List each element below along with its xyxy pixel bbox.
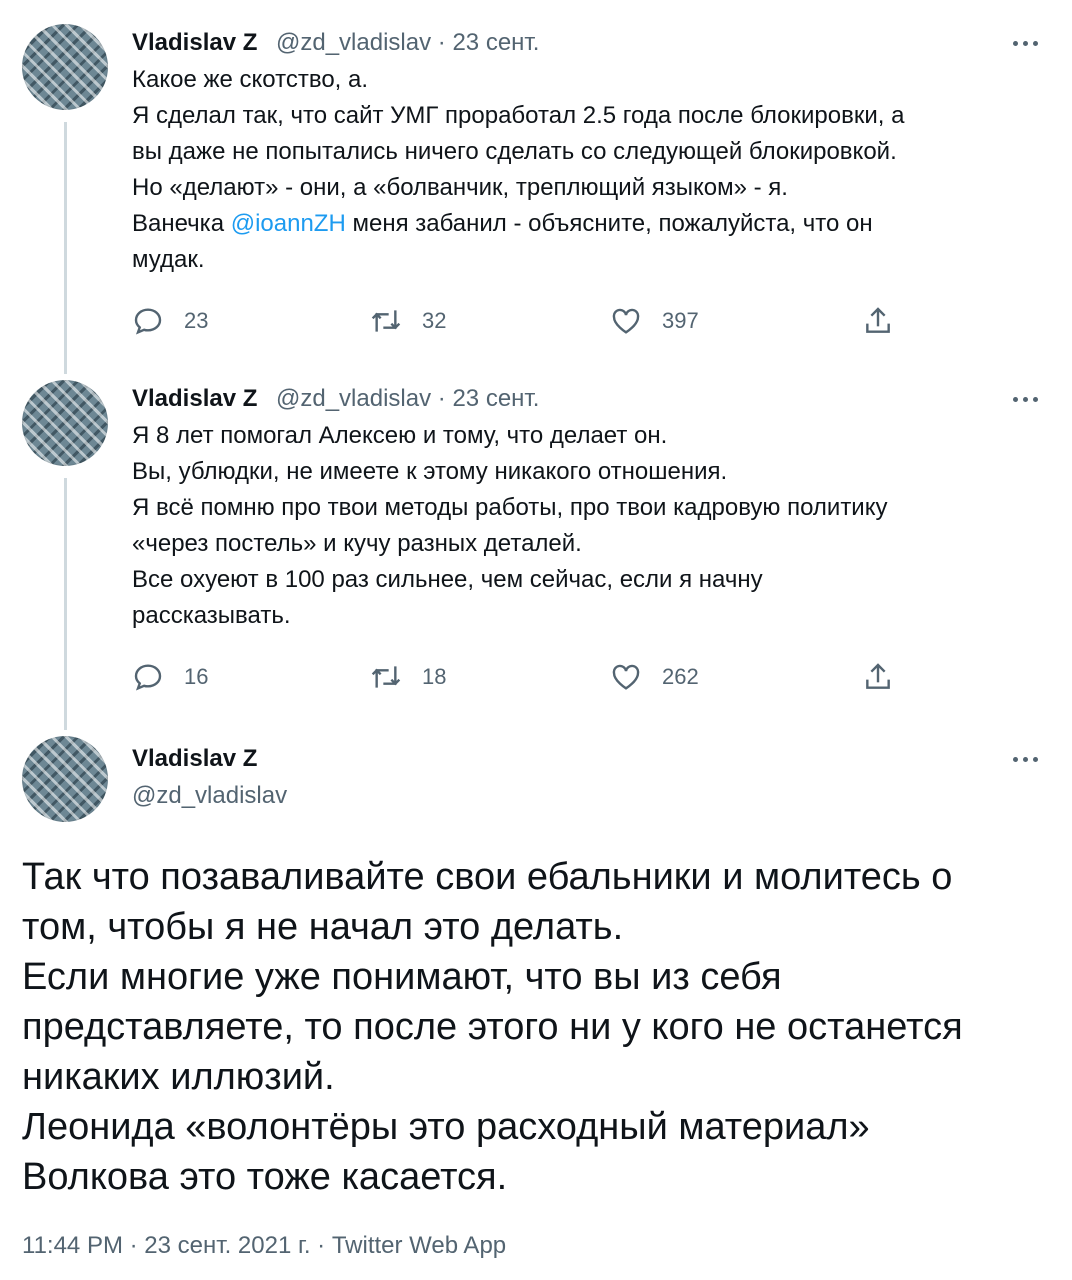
author-handle[interactable]: @zd_vladislav (276, 29, 431, 56)
tweet-line: Я сделал так, что сайт УМГ проработал 2.… (132, 102, 905, 129)
tweet-line: мудак. (132, 246, 205, 273)
tweet-line: Ванечка @ioannZH меня забанил - объяснит… (132, 206, 1042, 242)
separator: · (437, 29, 446, 56)
avatar[interactable] (22, 736, 108, 822)
thread-line (64, 122, 67, 374)
tweet-text: Какое же скотство, а. Я сделал так, что … (132, 62, 1042, 278)
more-horizontal-icon[interactable] (1010, 754, 1040, 764)
tweet-line: рассказывать. (132, 602, 291, 629)
tweet-date[interactable]: 23 сент. (452, 29, 539, 56)
tweet-date[interactable]: 23 сент. (452, 385, 539, 412)
like-button[interactable]: 397 (610, 305, 699, 337)
tweet-timestamp-row: 11:44 PM · 23 сент. 2021 г. · Twitter We… (22, 1232, 506, 1260)
retweet-button[interactable]: 32 (370, 305, 446, 337)
avatar[interactable] (22, 380, 108, 466)
tweet-line: «через постель» и кучу разных деталей. (132, 530, 582, 557)
more-horizontal-icon[interactable] (1010, 394, 1040, 404)
more-horizontal-icon[interactable] (1010, 38, 1040, 48)
text-segment: Ванечка (132, 210, 231, 237)
author-name[interactable]: Vladislav Z (132, 745, 257, 773)
author-handle[interactable]: @zd_vladislav (276, 385, 431, 412)
author-name[interactable]: Vladislav Z (132, 385, 257, 413)
tweet-text: Я 8 лет помогал Алексею и тому, что дела… (132, 418, 1042, 634)
tweet-line: Леонида «волонтёры это расходный материа… (22, 1106, 870, 1148)
tweet-line: Какое же скотство, а. (132, 66, 369, 93)
share-button[interactable] (862, 661, 894, 693)
share-icon (866, 663, 890, 689)
retweet-icon (371, 310, 401, 332)
author-handle[interactable]: @zd_vladislav (132, 782, 287, 810)
tweet-line: представляете, то после этого ни у кого … (22, 1006, 963, 1048)
retweet-count: 32 (422, 308, 447, 333)
tweet-line: Но «делают» - они, а «болванчик, треплющ… (132, 174, 788, 201)
share-icon (866, 307, 890, 333)
tweet-line: Все охуеют в 100 раз сильнее, чем сейчас… (132, 566, 763, 593)
reply-icon (134, 664, 162, 691)
like-count: 262 (662, 664, 699, 689)
reply-icon (134, 308, 162, 335)
tweet-line: никаких иллюзий. (22, 1056, 335, 1098)
tweet-line: вы даже не попытались ничего сделать со … (132, 138, 897, 165)
reply-count: 23 (184, 308, 209, 333)
tweet-line: Так что позаваливайте свои ебальники и м… (22, 856, 953, 898)
tweet-line: Если многие уже понимают, что вы из себя (22, 956, 782, 998)
reply-count: 16 (184, 664, 209, 689)
reply-button[interactable]: 23 (132, 305, 208, 337)
separator: · (129, 1232, 138, 1259)
avatar[interactable] (22, 24, 108, 110)
tweet-full-date[interactable]: 23 сент. 2021 г. (144, 1232, 310, 1259)
mention-link[interactable]: @ioannZH (231, 210, 346, 237)
retweet-button[interactable]: 18 (370, 661, 446, 693)
retweet-icon (371, 666, 401, 688)
like-button[interactable]: 262 (610, 661, 699, 693)
retweet-count: 18 (422, 664, 447, 689)
separator: · (437, 385, 446, 412)
thread-line (64, 478, 67, 730)
separator: · (317, 1232, 326, 1259)
tweet-source[interactable]: Twitter Web App (332, 1232, 506, 1259)
share-button[interactable] (862, 305, 894, 337)
tweet-line: том, чтобы я не начал это делать. (22, 906, 624, 948)
tweet-line: Вы, ублюдки, не имеете к этому никакого … (132, 458, 728, 485)
like-count: 397 (662, 308, 699, 333)
heart-icon (612, 308, 640, 334)
tweet-meta: @zd_vladislav · 23 сент. (276, 29, 539, 57)
tweet-line: Я всё помню про твои методы работы, про … (132, 494, 888, 521)
heart-icon (612, 664, 640, 690)
tweet-meta: @zd_vladislav · 23 сент. (276, 385, 539, 413)
tweet-time[interactable]: 11:44 PM (22, 1232, 123, 1259)
tweet-line: Волкова это тоже касается. (22, 1156, 508, 1198)
reply-button[interactable]: 16 (132, 661, 208, 693)
tweet-line: Я 8 лет помогал Алексею и тому, что дела… (132, 422, 668, 449)
text-segment: меня забанил - объясните, пожалуйста, чт… (345, 210, 873, 237)
main-tweet-text: Так что позаваливайте свои ебальники и м… (22, 852, 1052, 1202)
author-name[interactable]: Vladislav Z (132, 29, 257, 57)
